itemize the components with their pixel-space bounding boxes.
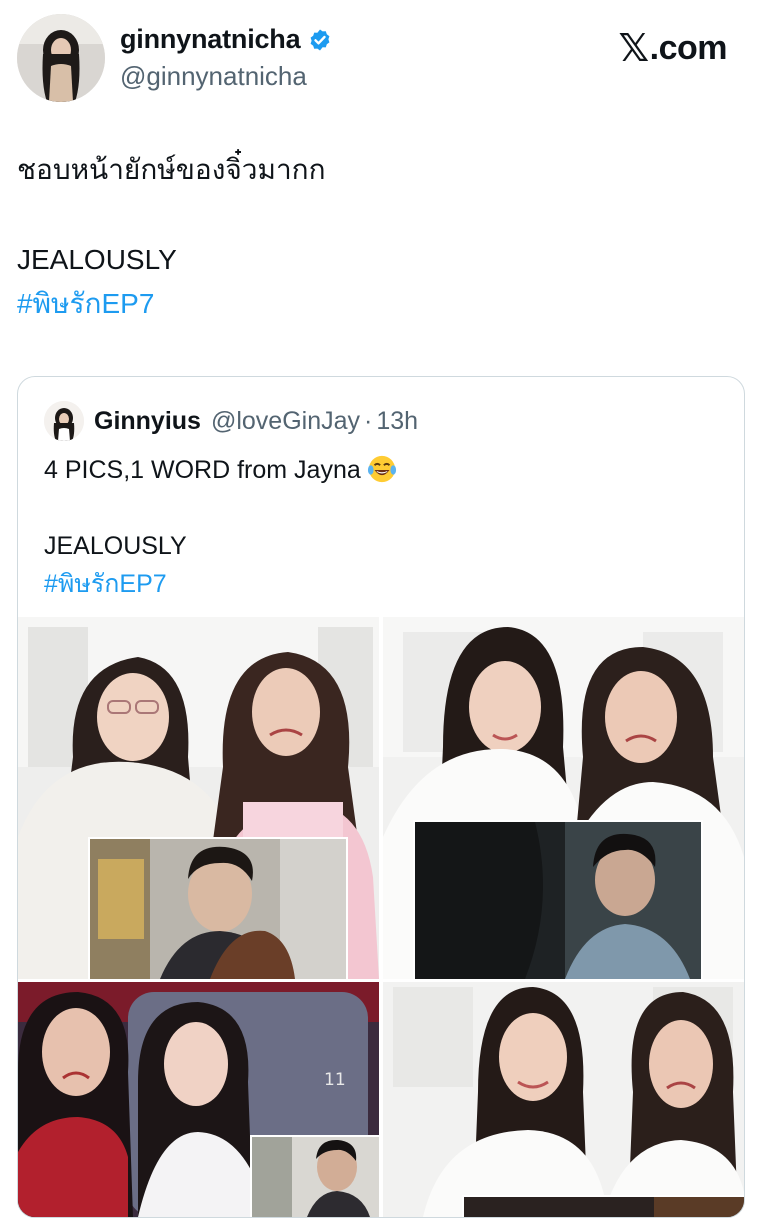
x-mark-icon: 𝕏	[618, 28, 650, 70]
media-photo-1-inset[interactable]	[90, 839, 346, 979]
quoted-tweet-card[interactable]: Ginnyius @loveGinJay · 13h 4 PICS,1 WORD…	[17, 376, 745, 1218]
meta-separator: ·	[364, 406, 373, 435]
quoted-handle[interactable]: @loveGinJay	[211, 407, 360, 436]
tweet-hashtag-link[interactable]: #พิษรักEP7	[17, 282, 326, 326]
quoted-line-2: JEALOUSLY	[44, 532, 187, 560]
media-photo-2-inset[interactable]	[415, 822, 701, 979]
media-photo-3-overlay-number: 11	[324, 1070, 346, 1090]
media-grid[interactable]: 11	[18, 617, 744, 1217]
profile-avatar[interactable]	[17, 14, 105, 102]
quoted-hashtag-link[interactable]: #พิษรักEP7	[44, 565, 397, 603]
verified-badge-icon	[311, 29, 330, 50]
quoted-display-name[interactable]: Ginnyius	[94, 407, 201, 436]
x-domain-text: .com	[649, 29, 728, 67]
author-handle[interactable]: @ginnynatnicha	[120, 61, 307, 92]
quoted-tweet-text: 4 PICS,1 WORD from Jayna JEALOUSLY #พิษร…	[44, 451, 397, 603]
quoted-line-1-text: 4 PICS,1 WORD from Jayna	[44, 456, 361, 484]
tweet-text: ชอบหน้ายักษ์ของจิ๋วมากก JEALOUSLY #พิษรั…	[17, 148, 326, 326]
quoted-timestamp[interactable]: 13h	[376, 407, 418, 436]
quoted-avatar[interactable]	[44, 401, 84, 441]
tears-of-joy-emoji-icon	[367, 455, 396, 483]
author-display-name[interactable]: ginnynatnicha	[120, 24, 301, 55]
media-photo-3-inset[interactable]	[252, 1137, 379, 1217]
media-photo-4-inset[interactable]	[464, 1197, 744, 1217]
author-name-row: ginnynatnicha	[120, 24, 332, 55]
media-photo-4[interactable]	[383, 982, 744, 1217]
quoted-tweet-header: Ginnyius @loveGinJay · 13h	[44, 401, 418, 441]
quoted-line-1: 4 PICS,1 WORD from Jayna	[44, 451, 397, 489]
x-logo: 𝕏 .com	[618, 26, 728, 71]
tweet-line-1: ชอบหน้ายักษ์ของจิ๋วมากก	[17, 154, 326, 185]
tweet-line-2: JEALOUSLY	[17, 244, 177, 275]
